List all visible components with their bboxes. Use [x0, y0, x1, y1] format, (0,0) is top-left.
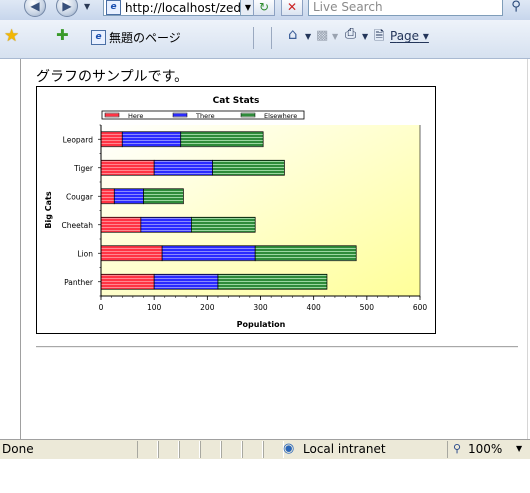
bar-elsewhere-tiger: [212, 159, 285, 176]
status-segment: [137, 441, 158, 458]
status-bar: Done ◉ Local intranet ⚲ 100% ▼: [0, 439, 530, 459]
bar-here-cheetah: [100, 216, 142, 233]
feeds-dropdown-icon[interactable]: ▼: [332, 32, 338, 41]
url-text[interactable]: http://localhost/zed: [125, 1, 240, 15]
bar-here-cougar: [100, 188, 115, 205]
x-axis-label: Population: [237, 320, 286, 329]
stop-icon[interactable]: ✕: [281, 0, 303, 16]
status-separator: [447, 441, 448, 458]
tab-page-icon: e: [91, 30, 106, 45]
status-segment: [200, 441, 221, 458]
chart-svg: Cat Stats Here There Elsewhere Panther Lion…: [44, 96, 428, 329]
local-intranet-icon[interactable]: ◉: [283, 441, 294, 456]
bar-elsewhere-cheetah: [191, 216, 256, 233]
tab-title[interactable]: 無題のページ: [109, 29, 181, 46]
bar-here-leopard: [100, 131, 123, 148]
cat-stats-chart: Cat Stats Here There Elsewhere Panther Lion…: [36, 86, 436, 334]
legend-label: There: [195, 112, 215, 120]
bar-elsewhere-cougar: [143, 188, 184, 205]
bar-here-lion: [100, 245, 163, 262]
status-segment: [158, 441, 179, 458]
bar-there-tiger: [153, 159, 213, 176]
plot-area: [101, 125, 420, 296]
y-tick-label: Cheetah: [61, 221, 93, 230]
desktop-background: [0, 459, 530, 493]
print-dropdown-icon[interactable]: ▼: [362, 32, 368, 41]
status-segment: [242, 441, 263, 458]
page-menu-button[interactable]: Page ▾: [390, 29, 429, 43]
legend-label: Here: [128, 112, 143, 120]
url-field[interactable]: e http://localhost/zed ▼: [103, 0, 256, 16]
feeds-icon[interactable]: ▩: [316, 28, 328, 43]
status-text: Done: [2, 442, 34, 456]
page-icon[interactable]: 🗎: [374, 27, 384, 49]
page-menu-label: Page: [390, 29, 420, 43]
horizontal-rule: [36, 346, 518, 348]
favorites-star-icon[interactable]: ★: [4, 26, 19, 46]
bar-here-tiger: [100, 159, 155, 176]
refresh-icon[interactable]: ↻: [253, 0, 275, 16]
chart-legend: Here There Elsewhere: [101, 110, 305, 120]
y-tick-label: Lion: [77, 249, 93, 258]
forward-arrow-icon[interactable]: ▶: [56, 0, 78, 17]
command-separator: [253, 27, 254, 49]
search-icon[interactable]: ⚲: [506, 0, 526, 16]
x-tick-label: 300: [253, 303, 268, 312]
content-border: [527, 59, 528, 439]
ie-page-icon: e: [106, 0, 121, 15]
bar-elsewhere-leopard: [180, 131, 264, 148]
bar-there-cougar: [113, 188, 144, 205]
x-tick-label: 500: [360, 303, 375, 312]
y-axis-label: Big Cats: [44, 191, 53, 228]
status-segment: [263, 441, 284, 458]
address-bar: ◀ ▶ ▼ e http://localhost/zed ▼ ↻ ✕ Live …: [0, 0, 530, 20]
command-bar: ★ ✚ e 無題のページ ⌂ ▼ ▩ ▼ ⎙ ▼ 🗎 Page ▾: [0, 20, 530, 59]
bar-here-panther: [100, 273, 155, 290]
x-tick-label: 400: [307, 303, 322, 312]
chart-title: Cat Stats: [213, 96, 260, 106]
zoom-dropdown-icon[interactable]: ▼: [516, 444, 522, 453]
legend-label: Elsewhere: [264, 112, 297, 120]
y-tick-label: Panther: [64, 278, 94, 287]
status-segment: [179, 441, 200, 458]
zoom-level[interactable]: 100%: [468, 442, 502, 456]
search-input[interactable]: Live Search: [308, 0, 503, 16]
y-tick-label: Leopard: [63, 135, 94, 144]
command-separator: [271, 27, 272, 49]
bar-there-panther: [153, 273, 219, 290]
x-tick-label: 100: [147, 303, 162, 312]
add-favorite-icon[interactable]: ✚: [56, 26, 69, 44]
bar-elsewhere-panther: [217, 273, 328, 290]
x-tick-label: 200: [200, 303, 215, 312]
security-zone[interactable]: Local intranet: [303, 442, 386, 456]
recent-pages-dropdown-icon[interactable]: ▼: [84, 2, 90, 11]
print-icon[interactable]: ⎙: [345, 26, 356, 42]
bar-there-leopard: [121, 131, 182, 148]
y-tick-label: Tiger: [73, 164, 94, 173]
browser-window: ◀ ▶ ▼ e http://localhost/zed ▼ ↻ ✕ Live …: [0, 0, 530, 493]
bar-there-cheetah: [140, 216, 192, 233]
x-tick-label: 600: [413, 303, 428, 312]
y-tick-label: Cougar: [66, 192, 94, 201]
legend-swatch: [104, 112, 120, 118]
legend-swatch: [172, 112, 188, 118]
page-heading: グラフのサンプルです。: [36, 69, 189, 85]
back-arrow-icon[interactable]: ◀: [24, 0, 46, 17]
status-segment: [221, 441, 242, 458]
content-border: [20, 59, 21, 439]
home-dropdown-icon[interactable]: ▼: [305, 32, 311, 41]
home-icon[interactable]: ⌂: [288, 25, 298, 43]
bar-elsewhere-lion: [254, 245, 357, 262]
x-tick-label: 0: [99, 303, 104, 312]
bar-there-lion: [161, 245, 256, 262]
legend-swatch: [240, 112, 256, 118]
zoom-icon[interactable]: ⚲: [453, 442, 461, 455]
